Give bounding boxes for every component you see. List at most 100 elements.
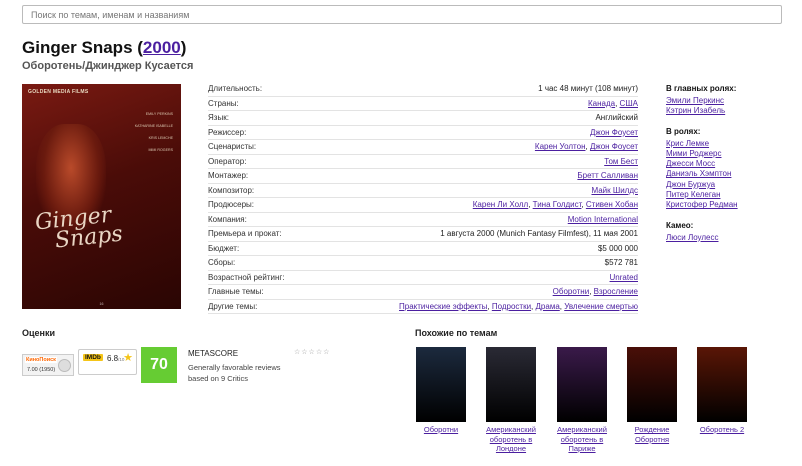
- detail-link[interactable]: Увлечение смертью: [564, 302, 638, 311]
- similar-film[interactable]: Оборотень 2: [689, 347, 755, 435]
- search-bar: [22, 5, 782, 24]
- film-title-link[interactable]: Американский оборотень в Париже: [549, 425, 615, 454]
- detail-key: Оператор:: [208, 156, 247, 166]
- detail-key: Возрастной рейтинг:: [208, 272, 285, 282]
- detail-row: Длительность: 1 час 48 минут (108 минут): [208, 82, 638, 97]
- search-input[interactable]: [23, 6, 781, 23]
- actor-link[interactable]: Джон Буржуа: [666, 180, 796, 190]
- detail-row: Композитор: Майк Шилдс: [208, 184, 638, 198]
- detail-link[interactable]: Джон Фоусет: [590, 142, 638, 151]
- detail-link[interactable]: Джон Фоусет: [590, 128, 638, 137]
- imdb-score: 6.8/10: [107, 354, 124, 363]
- detail-link[interactable]: Майк Шилдс: [591, 186, 638, 195]
- actor-link[interactable]: Питер Келеган: [666, 190, 796, 200]
- kinopoisk-score: 7.00 (1950): [27, 367, 55, 373]
- metascore-description: Generally favorable reviews based on 9 C…: [188, 363, 281, 383]
- detail-key: Сценаристы:: [208, 142, 257, 152]
- similar-heading: Похожие по темам: [415, 328, 498, 338]
- lead-roles-heading: В главных ролях:: [666, 84, 737, 93]
- user-rating-stars[interactable]: ☆☆☆☆☆: [294, 348, 330, 356]
- actor-link[interactable]: Мими Роджерс: [666, 149, 796, 159]
- detail-link[interactable]: Практические эффекты: [399, 302, 487, 311]
- kinopoisk-rating[interactable]: КиноПоиск 7.00 (1950): [22, 354, 74, 376]
- actor-link[interactable]: Даниэль Хэмптон: [666, 169, 796, 179]
- detail-link[interactable]: Motion International: [568, 215, 638, 224]
- detail-key: Компания:: [208, 214, 247, 224]
- detail-key: Сборы:: [208, 258, 236, 268]
- film-title-link[interactable]: Оборотень 2: [689, 425, 755, 435]
- film-title-link[interactable]: Оборотни: [408, 425, 474, 435]
- actor-link[interactable]: Крис Лемке: [666, 139, 796, 149]
- film-cover[interactable]: [486, 347, 536, 422]
- detail-value: Джон Фоусет: [590, 128, 638, 137]
- detail-link[interactable]: Драма: [536, 302, 560, 311]
- similar-film[interactable]: Рождение Оборотня: [619, 347, 685, 444]
- detail-value: Практические эффекты, Подростки, Драма, …: [399, 301, 638, 311]
- detail-value: Бретт Салливан: [577, 171, 638, 180]
- detail-link[interactable]: Бретт Салливан: [577, 171, 638, 180]
- cameo-actor-link[interactable]: Люси Лоулесс: [666, 233, 796, 243]
- detail-value: Майк Шилдс: [591, 186, 638, 195]
- ratings-heading: Оценки: [22, 328, 56, 338]
- year-link[interactable]: 2000: [143, 38, 181, 57]
- detail-value: $572 781: [605, 258, 638, 267]
- detail-link[interactable]: Взросление: [594, 287, 638, 296]
- detail-value: Карен Ли Холл, Тина Голдист, Стивен Хоба…: [472, 200, 638, 210]
- detail-link[interactable]: Канада: [588, 99, 615, 108]
- film-cover[interactable]: [697, 347, 747, 422]
- poster-credit: KRIS LEMCHE: [148, 136, 173, 140]
- detail-row: Страны: Канада, США: [208, 97, 638, 111]
- film-cover[interactable]: [416, 347, 466, 422]
- lead-actor-link[interactable]: Кэтрин Изабель: [666, 106, 796, 116]
- imdb-rating[interactable]: IMDb 6.8/10 ★: [78, 349, 137, 375]
- detail-link[interactable]: США: [620, 99, 638, 108]
- actor-link[interactable]: Кристофер Редман: [666, 200, 796, 210]
- detail-row: Другие темы: Практические эффекты, Подрос…: [208, 300, 638, 314]
- detail-key: Продюсеры:: [208, 200, 255, 210]
- cast-panel: В главных ролях: Эмили Перкинс Кэтрин Иза…: [666, 84, 796, 253]
- detail-key: Композитор:: [208, 185, 255, 195]
- kinopoisk-votes: (1950): [39, 367, 56, 373]
- poster-title: Ginger Snaps: [34, 203, 124, 254]
- detail-value: $5 000 000: [598, 244, 638, 253]
- similar-film[interactable]: Оборотни: [408, 347, 474, 435]
- detail-value: 1 час 48 минут (108 минут): [538, 84, 638, 93]
- detail-text: 1 августа 2000 (Munich Fantasy Filmfest)…: [440, 229, 638, 239]
- kinopoisk-circle-icon: [58, 359, 71, 372]
- metascore-label: METASCORE: [188, 349, 239, 358]
- film-title-link[interactable]: Рождение Оборотня: [619, 425, 685, 444]
- detail-key: Страны:: [208, 98, 239, 108]
- detail-row: Главные темы: Оборотни, Взросление: [208, 285, 638, 300]
- detail-link[interactable]: Том Бест: [604, 157, 638, 166]
- similar-film[interactable]: Американский оборотень в Париже: [549, 347, 615, 454]
- poster-credits: EMILY PERKINS KATHARINE ISABELLE KRIS LE…: [135, 108, 173, 156]
- imdb-logo: IMDb: [83, 354, 103, 361]
- detail-key: Монтажер:: [208, 171, 249, 181]
- similar-film[interactable]: Американский оборотень в Лондоне: [478, 347, 544, 454]
- detail-link[interactable]: Карен Ли Холл: [473, 200, 528, 209]
- detail-key: Бюджет:: [208, 243, 240, 253]
- detail-text: $572 781: [604, 258, 638, 268]
- lead-actor-link[interactable]: Эмили Перкинс: [666, 96, 796, 106]
- detail-link[interactable]: Стивен Хобан: [586, 200, 638, 209]
- detail-link[interactable]: Оборотни: [553, 287, 590, 296]
- poster-studio: GOLDEN MEDIA FILMS: [28, 89, 89, 95]
- movie-details-table: Длительность: 1 час 48 минут (108 минут) С…: [208, 82, 638, 314]
- detail-link[interactable]: Подростки: [492, 302, 531, 311]
- detail-value: Том Бест: [604, 157, 638, 166]
- detail-link[interactable]: Тина Голдист: [533, 200, 582, 209]
- actor-link[interactable]: Джесси Мосс: [666, 159, 796, 169]
- lead-roles-list: Эмили Перкинс Кэтрин Изабель: [666, 96, 796, 117]
- poster-rating-badge: 16: [99, 302, 104, 306]
- metascore-badge[interactable]: 70: [141, 347, 177, 383]
- film-cover[interactable]: [627, 347, 677, 422]
- detail-key: Режиссер:: [208, 127, 247, 137]
- detail-link[interactable]: Unrated: [610, 273, 638, 282]
- film-cover[interactable]: [557, 347, 607, 422]
- imdb-score-value: 6.8: [107, 354, 119, 363]
- roles-heading: В ролях:: [666, 126, 701, 136]
- kinopoisk-score-value: 7.00: [27, 367, 38, 373]
- film-title-link[interactable]: Американский оборотень в Лондоне: [478, 425, 544, 454]
- cameo-heading: Камео:: [666, 220, 694, 230]
- detail-link[interactable]: Карен Уолтон: [535, 142, 586, 151]
